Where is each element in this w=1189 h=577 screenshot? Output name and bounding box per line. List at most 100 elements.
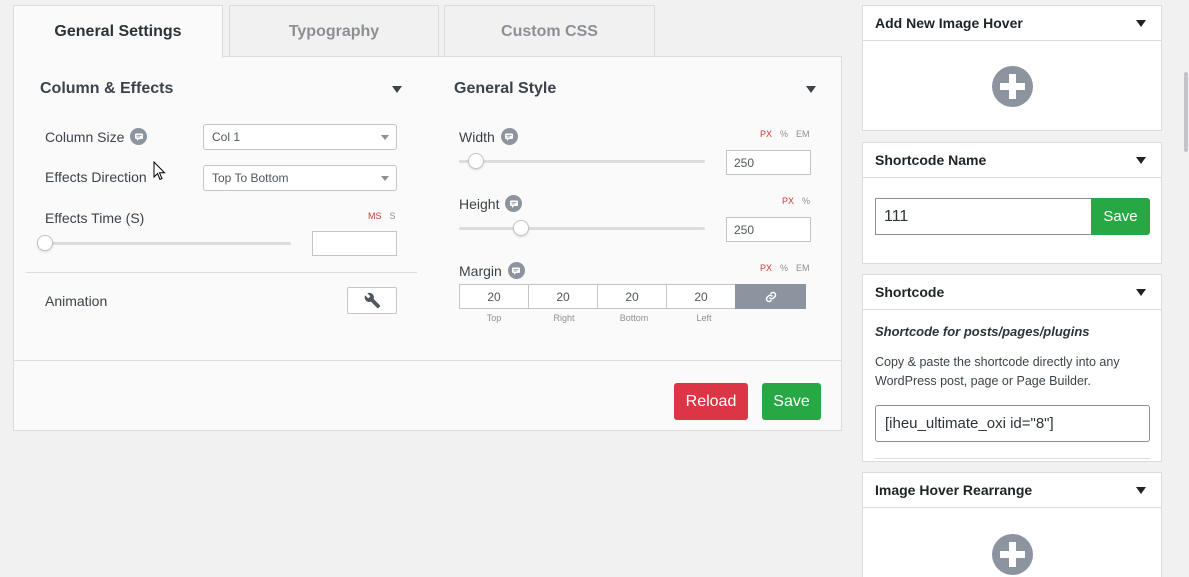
plus-circle-icon[interactable] (992, 534, 1033, 575)
add-new-box: Add New Image Hover (862, 5, 1162, 131)
margin-right-input[interactable]: 20 (528, 284, 598, 309)
column-size-value: Col 1 (212, 130, 241, 144)
column-size-select[interactable]: Col 1 (203, 124, 397, 150)
chevron-down-icon (381, 176, 389, 181)
tab-label: General Settings (54, 23, 182, 40)
column-effects-title: Column & Effects (40, 80, 174, 97)
unit-percent[interactable]: % (780, 129, 788, 139)
column-effects-toggle-icon[interactable] (392, 86, 402, 93)
help-icon[interactable] (507, 262, 525, 279)
plus-circle-icon[interactable] (992, 66, 1033, 107)
height-input[interactable]: 250 (726, 217, 811, 242)
effects-time-slider-handle[interactable] (37, 235, 53, 251)
shortcode-field[interactable]: [iheu_ultimate_oxi id="8"] (875, 405, 1150, 442)
effects-direction-select[interactable]: Top To Bottom (203, 165, 397, 191)
margin-text: Margin (459, 262, 502, 279)
unit-em[interactable]: EM (796, 263, 810, 273)
width-slider-track[interactable] (459, 160, 705, 163)
effects-time-units: MS S (368, 211, 396, 221)
margin-left-input[interactable]: 20 (666, 284, 736, 309)
effects-direction-text: Effects Direction (45, 169, 147, 185)
help-icon[interactable] (130, 128, 148, 145)
page-scrollbar[interactable] (1184, 72, 1188, 152)
shortcode-name-title: Shortcode Name (875, 152, 987, 168)
mouse-cursor-icon (153, 161, 166, 181)
effects-time-text: Effects Time (S) (45, 210, 145, 226)
width-slider-handle[interactable] (468, 153, 485, 169)
caret-down-icon[interactable] (1136, 20, 1146, 27)
effects-direction-label: Effects Direction (45, 169, 147, 185)
margin-top-input[interactable]: 20 (459, 284, 529, 309)
caret-down-icon[interactable] (1136, 157, 1146, 164)
shortcode-name-input[interactable]: 111 (875, 198, 1091, 235)
general-style-title: General Style (454, 80, 557, 97)
width-label: Width (459, 128, 518, 145)
chevron-down-icon (381, 135, 389, 140)
settings-tabs: General Settings Typography Custom CSS (13, 5, 841, 58)
caption-left: Left (696, 313, 712, 323)
unit-px[interactable]: PX (782, 196, 794, 206)
unit-percent[interactable]: % (780, 263, 788, 273)
caret-down-icon[interactable] (1136, 289, 1146, 296)
unit-ms[interactable]: MS (368, 211, 382, 221)
animation-settings-button[interactable] (347, 287, 397, 314)
margin-label: Margin (459, 262, 525, 279)
rearrange-header[interactable]: Image Hover Rearrange (863, 473, 1161, 508)
shortcode-name-save-button[interactable]: Save (1091, 198, 1150, 235)
unit-percent[interactable]: % (802, 196, 810, 206)
effects-direction-value: Top To Bottom (212, 171, 289, 185)
caption-top: Top (486, 313, 502, 323)
animation-label: Animation (45, 293, 107, 309)
divider (14, 360, 841, 361)
general-style-toggle-icon[interactable] (806, 86, 816, 93)
shortcode-box: Shortcode Shortcode for posts/pages/plug… (862, 274, 1162, 462)
animation-text: Animation (45, 293, 108, 309)
shortcode-name-box: Shortcode Name 111 Save (862, 142, 1162, 264)
margin-units: PX % EM (760, 263, 810, 273)
rearrange-box: Image Hover Rearrange (862, 472, 1162, 577)
link-icon (765, 291, 776, 302)
tab-typography[interactable]: Typography (229, 5, 439, 57)
width-input[interactable]: 250 (726, 150, 811, 175)
column-size-label: Column Size (45, 128, 148, 145)
link-values-button[interactable] (735, 284, 806, 309)
help-icon[interactable] (505, 195, 523, 212)
tab-label: Custom CSS (501, 22, 598, 40)
width-text: Width (459, 128, 495, 145)
reload-button[interactable]: Reload (674, 383, 748, 420)
tab-custom-css[interactable]: Custom CSS (444, 5, 655, 57)
shortcode-header[interactable]: Shortcode (863, 275, 1161, 310)
divider (875, 458, 1150, 459)
shortcode-description: Copy & paste the shortcode directly into… (875, 355, 1120, 388)
shortcode-name-group: 111 Save (875, 198, 1150, 235)
add-new-header[interactable]: Add New Image Hover (863, 6, 1161, 41)
height-text: Height (459, 195, 500, 212)
margin-bottom-input[interactable]: 20 (597, 284, 667, 309)
rearrange-title: Image Hover Rearrange (875, 482, 1033, 498)
tab-general-settings[interactable]: General Settings (13, 5, 223, 58)
unit-px[interactable]: PX (760, 129, 772, 139)
help-icon[interactable] (500, 128, 518, 145)
wrench-icon (364, 292, 380, 309)
width-units: PX % EM (760, 129, 810, 139)
effects-time-input[interactable] (312, 231, 397, 256)
settings-panel: Column & Effects Column Size Col 1 Effec… (13, 56, 842, 431)
column-size-text: Column Size (45, 128, 125, 145)
divider (26, 272, 417, 273)
height-slider-track[interactable] (459, 227, 705, 230)
caption-bottom: Bottom (619, 313, 649, 323)
unit-px[interactable]: PX (760, 263, 772, 273)
caption-right: Right (553, 313, 575, 323)
height-units: PX % (782, 196, 810, 206)
unit-s[interactable]: S (390, 211, 396, 221)
shortcode-name-header[interactable]: Shortcode Name (863, 143, 1161, 178)
height-slider-handle[interactable] (512, 220, 529, 236)
shortcode-subtitle: Shortcode for posts/pages/plugins (875, 324, 1090, 339)
height-label: Height (459, 195, 523, 212)
caret-down-icon[interactable] (1136, 487, 1146, 494)
unit-em[interactable]: EM (796, 129, 810, 139)
tab-label: Typography (288, 22, 380, 40)
add-new-title: Add New Image Hover (875, 15, 1023, 31)
save-button[interactable]: Save (762, 383, 821, 420)
effects-time-slider-track[interactable] (45, 242, 291, 245)
